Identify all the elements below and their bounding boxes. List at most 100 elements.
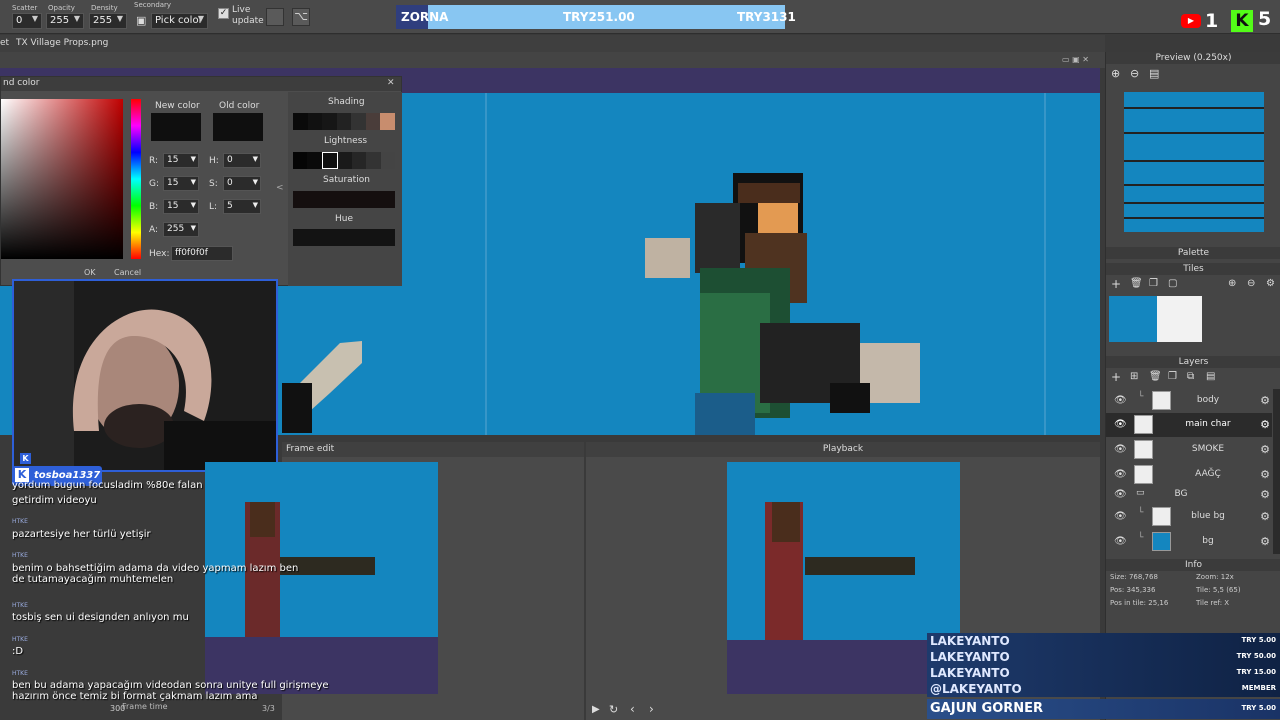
hue-slider[interactable] (131, 99, 141, 259)
info-tile: Tile: 5,5 (65) (1196, 586, 1241, 594)
tab-tx-village-props[interactable]: TX Village Props.png (16, 38, 108, 48)
opacity-select[interactable]: 255 ▼ (46, 13, 84, 29)
layer-gear-icon[interactable]: ⚙ (1260, 443, 1270, 456)
layer-row-blue-bg[interactable]: 👁 └ blue bg ⚙ (1106, 505, 1272, 529)
b-field[interactable]: 15 ▼ (163, 199, 199, 214)
live-update-checkbox[interactable]: ✓ (218, 8, 229, 19)
layer-gear-icon[interactable]: ⚙ (1260, 510, 1270, 523)
frame-edit-title: Frame edit (282, 442, 584, 457)
hue-strip[interactable] (293, 229, 395, 246)
donation-goal-bar: ZORNA TRY251.00 TRY3131 (396, 5, 796, 29)
layer-gear-icon[interactable]: ⚙ (1260, 418, 1270, 431)
tiles-zoom-out-icon[interactable]: ⊖ (1247, 278, 1255, 289)
donor-name: LAKEYANTO (930, 650, 1010, 664)
copy-tile-icon[interactable]: ❐ (1149, 278, 1158, 289)
visibility-eye-icon[interactable]: 👁 (1114, 489, 1127, 500)
collapse-arrow-icon[interactable]: < (276, 183, 284, 193)
layer-name: AAĞÇ (1195, 469, 1221, 479)
fit-icon[interactable]: ▤ (1149, 67, 1159, 80)
merge-layer-icon[interactable]: ⧉ (1187, 371, 1194, 382)
visibility-eye-icon[interactable]: 👁 (1114, 419, 1127, 430)
next-frame-icon[interactable]: › (649, 702, 654, 716)
layer-row-aagc[interactable]: 👁 AAĞÇ ⚙ (1106, 463, 1272, 487)
donor-name: LAKEYANTO (930, 634, 1010, 648)
h-field[interactable]: 0 ▼ (223, 153, 261, 168)
tiles-zoom-in-icon[interactable]: ⊕ (1228, 278, 1236, 289)
donation-row-latest: GAJUN GORNER TRY 5.00 (927, 699, 1280, 719)
layer-row-main-char[interactable]: 👁 main char ⚙ (1106, 413, 1272, 437)
tab-previous[interactable]: et (0, 38, 9, 48)
visibility-eye-icon[interactable]: 👁 (1114, 395, 1127, 406)
l-field[interactable]: 5 ▼ (223, 199, 261, 214)
add-layer-group-icon[interactable]: ⊞ (1130, 371, 1138, 382)
tile-blank[interactable] (1157, 296, 1202, 342)
r-field[interactable]: 15 ▼ (163, 153, 199, 168)
layer-row-bg-folder[interactable]: 👁 ▭ BG ⚙ (1106, 485, 1272, 505)
saturation-strip[interactable] (293, 191, 395, 208)
visibility-eye-icon[interactable]: 👁 (1114, 511, 1127, 522)
delete-tile-icon[interactable]: 🗑 (1130, 278, 1143, 289)
loop-icon[interactable]: ↻ (609, 703, 618, 716)
tiles-title: Tiles (1106, 263, 1280, 275)
layer-name: body (1196, 395, 1220, 405)
fork-tool-icon[interactable]: ⌥ (292, 8, 310, 26)
layers-scrollbar[interactable] (1273, 389, 1280, 554)
window-controls[interactable]: ▭ ▣ ✕ (1062, 55, 1089, 64)
duplicate-layer-icon[interactable]: ❐ (1168, 371, 1177, 382)
copy-tool-icon[interactable] (266, 8, 284, 26)
chat-username: HTKE (12, 552, 28, 559)
donation-row: @LAKEYANTO MEMBER (927, 681, 1280, 697)
layer-gear-icon[interactable]: ⚙ (1260, 535, 1270, 548)
visibility-eye-icon[interactable]: 👁 (1114, 536, 1127, 547)
visibility-eye-icon[interactable]: 👁 (1114, 444, 1127, 455)
zoom-in-icon[interactable]: ⊕ (1111, 67, 1120, 80)
layer-row-bg[interactable]: 👁 └ bg ⚙ (1106, 530, 1272, 554)
layer-gear-icon[interactable]: ⚙ (1260, 468, 1270, 481)
layer-row-body[interactable]: 👁 └ body ⚙ (1106, 389, 1272, 413)
chat-message: benim o bahsettiğim adama da video yapma… (12, 563, 299, 585)
tiles-settings-icon[interactable]: ⚙ (1266, 278, 1275, 289)
density-select[interactable]: 255 ▼ (89, 13, 127, 29)
play-icon[interactable]: ▶ (592, 704, 600, 715)
old-color-swatch[interactable] (213, 113, 263, 141)
preview-image[interactable] (1124, 92, 1264, 232)
chat-message: tosbiş sen ui designden anlıyon mu (12, 612, 189, 623)
saturation-label: Saturation (323, 175, 370, 185)
layer-row-smoke[interactable]: 👁 SMOKE ⚙ (1106, 438, 1272, 462)
lock-icon[interactable]: ▣ (136, 14, 146, 27)
donation-amount: MEMBER (1241, 684, 1276, 692)
add-layer-icon[interactable]: + (1111, 370, 1121, 384)
zoom-out-icon[interactable]: ⊖ (1130, 67, 1139, 80)
lightness-strip[interactable] (293, 152, 395, 169)
saturation-value-picker[interactable] (1, 99, 123, 259)
layer-gear-icon[interactable]: ⚙ (1260, 394, 1270, 407)
donor-name: GAJUN GORNER (930, 701, 1044, 716)
s-field[interactable]: 0 ▼ (223, 176, 261, 191)
add-tile-icon[interactable]: + (1111, 277, 1121, 291)
ok-button[interactable]: OK (84, 268, 96, 277)
palette-title: Palette (1106, 247, 1280, 259)
lightness-label: Lightness (324, 136, 368, 146)
webcam-overlay: K (12, 279, 278, 472)
right-panel: Preview (0.250x) ⊕ ⊖ ▤ Palette Tiles + 🗑… (1105, 52, 1280, 720)
close-icon[interactable]: ✕ (387, 78, 395, 88)
g-label: G: (149, 179, 160, 189)
visibility-eye-icon[interactable]: 👁 (1114, 469, 1127, 480)
delete-layer-icon[interactable]: 🗑 (1149, 371, 1162, 382)
prev-frame-icon[interactable]: ‹ (630, 702, 635, 716)
layer-gear-icon[interactable]: ⚙ (1260, 488, 1270, 501)
g-field[interactable]: 15 ▼ (163, 176, 199, 191)
cancel-button[interactable]: Cancel (114, 268, 141, 277)
layer-thumbnail (1134, 415, 1153, 434)
layer-props-icon[interactable]: ▤ (1206, 371, 1215, 382)
shading-strip[interactable] (293, 113, 396, 130)
shading-label: Shading (328, 97, 365, 107)
a-field[interactable]: 255 ▼ (163, 222, 199, 237)
top-toolbar: Scatter 0 ▼ Opacity 255 ▼ Density 255 ▼ Sec… (0, 0, 1280, 34)
scatter-select[interactable]: 0 ▼ (12, 13, 42, 29)
tile-box-icon[interactable]: ▢ (1168, 278, 1177, 289)
info-title: Info (1106, 559, 1280, 571)
hex-field[interactable]: ff0f0f0f (171, 246, 233, 261)
secondary-select[interactable]: Pick color ▼ (151, 13, 208, 29)
tile-blue[interactable] (1109, 296, 1157, 342)
